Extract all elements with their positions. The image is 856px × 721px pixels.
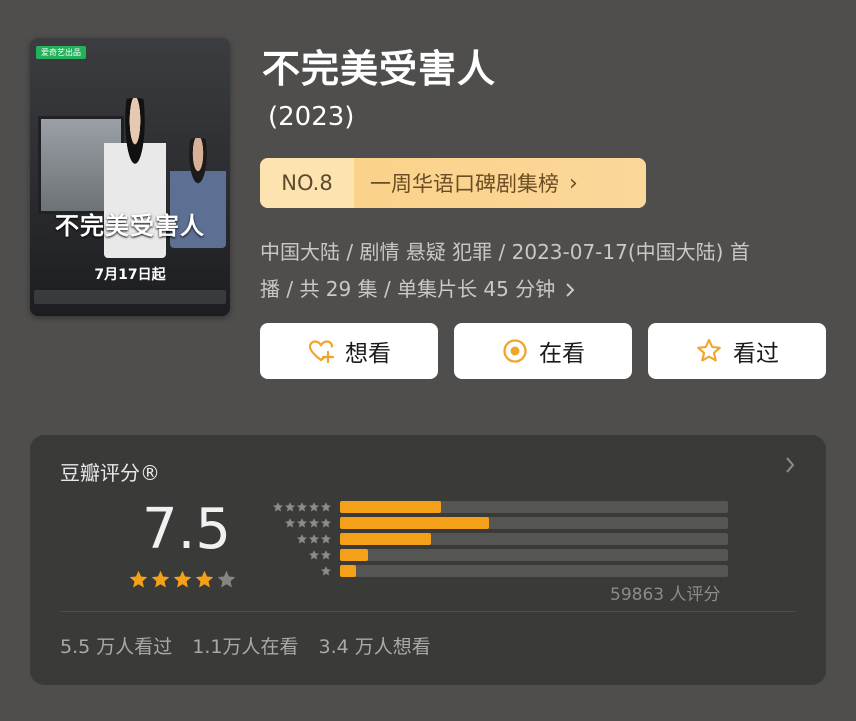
poster-badge: 爱奇艺出品	[36, 46, 86, 59]
poster-logo-strip	[34, 290, 226, 304]
rating-row-1-star	[256, 563, 728, 579]
star-small-icon	[321, 534, 331, 544]
star-small-icon	[285, 518, 295, 528]
rating-row-2-star	[256, 547, 728, 563]
action-buttons: 想看 在看 看过	[260, 323, 826, 379]
star-small-icon	[297, 534, 307, 544]
watching-label: 在看	[539, 341, 585, 367]
rating-row-5-star	[256, 499, 728, 515]
rating-bar-track	[340, 517, 728, 529]
want-to-watch-label: 想看	[345, 341, 391, 367]
rating-count: 59863 人评分	[610, 585, 721, 605]
meta-line-2-text: 播 / 共 29 集 / 单集片长 45 分钟	[260, 277, 556, 301]
rating-bar-3-star	[340, 533, 432, 545]
rating-bar-track	[340, 533, 728, 545]
heart-plus-icon	[307, 337, 335, 365]
star-small-icon	[321, 566, 331, 576]
rating-bar-track	[340, 501, 728, 513]
chevron-right-icon: ›	[569, 170, 578, 196]
rating-row-stars	[256, 501, 332, 513]
meta-line-2: 播 / 共 29 集 / 单集片长 45 分钟	[260, 271, 820, 308]
star-filled-icon	[173, 570, 192, 588]
want-count: 3.4 万人想看	[318, 636, 431, 658]
meta-line-1: 中国大陆 / 剧情 悬疑 犯罪 / 2023-07-17(中国大陆) 首	[260, 240, 750, 264]
rating-row-stars	[256, 549, 332, 561]
chevron-right-icon[interactable]	[564, 282, 576, 298]
star-small-icon	[297, 502, 307, 512]
douban-rating-card[interactable]: 豆瓣评分® 7.5 59863 人评分 5.5 万人看过 1.1万人在看 3.4…	[30, 435, 826, 685]
poster-image[interactable]: 爱奇艺出品 不完美受害人 7月17日起	[30, 38, 230, 316]
star-small-icon	[321, 502, 331, 512]
watched-count: 5.5 万人看过	[60, 636, 173, 658]
star-filled-icon	[129, 570, 148, 588]
rating-bar-track	[340, 565, 728, 577]
watched-button[interactable]: 看过	[648, 323, 826, 379]
star-small-icon	[309, 534, 319, 544]
rank-list-label: 一周华语口碑剧集榜	[370, 172, 559, 196]
watching-button[interactable]: 在看	[454, 323, 632, 379]
rating-bar-2-star	[340, 549, 368, 561]
rating-row-stars	[256, 565, 332, 577]
star-small-icon	[309, 518, 319, 528]
rating-score: 7.5	[142, 497, 232, 562]
divider	[60, 611, 796, 612]
star-small-icon	[309, 502, 319, 512]
star-small-icon	[309, 550, 319, 560]
chevron-right-icon[interactable]	[784, 455, 796, 480]
watch-stats: 5.5 万人看过 1.1万人在看 3.4 万人想看	[60, 632, 431, 659]
star-small-icon	[273, 502, 283, 512]
rank-number: NO.8	[260, 158, 354, 208]
rating-row-4-star	[256, 515, 728, 531]
rating-bar-1-star	[340, 565, 356, 577]
poster-date: 7月17日起	[94, 267, 166, 283]
rating-bar-track	[340, 549, 728, 561]
show-meta[interactable]: 中国大陆 / 剧情 悬疑 犯罪 / 2023-07-17(中国大陆) 首 播 /…	[260, 234, 820, 308]
star-small-icon	[321, 518, 331, 528]
circle-dot-icon	[501, 337, 529, 365]
ranking-banner[interactable]: NO.8 一周华语口碑剧集榜 ›	[260, 158, 646, 208]
page-title: 不完美受害人	[262, 47, 497, 91]
poster-title: 不完美受害人	[55, 211, 205, 240]
rating-source-title: 豆瓣评分®	[60, 461, 160, 485]
rank-list-name: 一周华语口碑剧集榜 ›	[354, 158, 646, 208]
rating-bar-5-star	[340, 501, 441, 513]
rating-row-stars	[256, 533, 332, 545]
star-small-icon	[285, 502, 295, 512]
watched-label: 看过	[733, 341, 779, 367]
star-small-icon	[297, 518, 307, 528]
star-filled-icon	[195, 570, 214, 588]
rating-row-3-star	[256, 531, 728, 547]
release-year: (2023)	[268, 102, 355, 132]
want-to-watch-button[interactable]: 想看	[260, 323, 438, 379]
rating-stars	[128, 569, 237, 590]
watching-count: 1.1万人在看	[192, 636, 299, 658]
star-outline-icon	[695, 337, 723, 365]
rating-bar-4-star	[340, 517, 490, 529]
rating-row-stars	[256, 517, 332, 529]
star-filled-icon	[151, 570, 170, 588]
star-small-icon	[321, 550, 331, 560]
star-empty-icon	[217, 570, 236, 588]
